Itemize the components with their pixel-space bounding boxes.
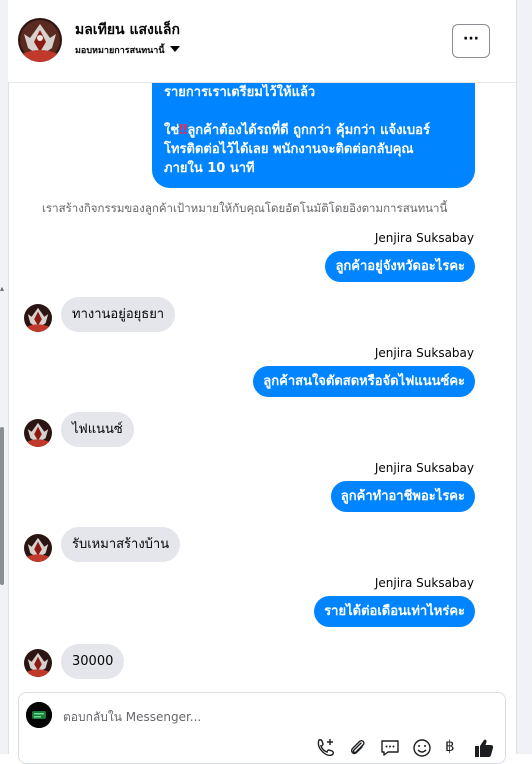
- baht-symbol: ฿: [445, 737, 455, 755]
- assign-conversation-dropdown[interactable]: มอบหมายการสนทนานี้: [75, 43, 180, 57]
- sender-name: Jenjira Suksabay: [374, 346, 474, 360]
- sender-name: Jenjira Suksabay: [374, 461, 474, 475]
- incoming-message-bubble[interactable]: 30000: [61, 644, 125, 679]
- chevron-down-icon: [169, 46, 180, 52]
- contact-avatar-small[interactable]: [24, 649, 52, 677]
- conversation-header: มลเทียน แสงแล็ก มอบหมายการสนทนานี้ ···: [8, 0, 516, 83]
- incoming-message-bubble[interactable]: ไฟแนนซ์: [61, 412, 134, 447]
- assign-conversation-label: มอบหมายการสนทนานี้: [75, 46, 165, 56]
- contact-avatar-small[interactable]: [24, 304, 52, 332]
- contact-avatar-small[interactable]: [24, 534, 52, 562]
- message-line: โทรติดต่อไว้ได้เลย พนักงานจะติดต่อกลับคุ…: [164, 142, 414, 157]
- paperclip-icon[interactable]: [347, 737, 369, 759]
- message-text: ใช่: [164, 123, 180, 138]
- sender-name: Jenjira Suksabay: [374, 231, 474, 245]
- message-thread: รายการเราเตรียมไว้ให้แล้ว ใช่‼ลูกค้าต้อง…: [8, 83, 516, 683]
- like-icon[interactable]: [473, 737, 495, 759]
- outgoing-message-bubble[interactable]: รายได้ต่อเดือนเท่าไหร่คะ: [314, 596, 475, 627]
- message-line: ภายใน 10 นาที: [164, 161, 255, 176]
- reply-composer: ตอบกลับใน Messenger... ฿: [18, 692, 506, 764]
- contact-name[interactable]: มลเทียน แสงแล็ก: [75, 19, 180, 41]
- baht-icon[interactable]: ฿: [445, 737, 467, 759]
- contact-avatar[interactable]: [18, 18, 62, 62]
- incoming-message-bubble[interactable]: ทางานอยู่อยุธยา: [61, 297, 176, 332]
- saved-reply-icon[interactable]: [379, 737, 401, 759]
- message-line: รายการเราเตรียมไว้ให้แล้ว: [164, 85, 316, 100]
- system-note: เราสร้างกิจกรรมของลูกค้าเป้าหมายให้กับคุ…: [42, 201, 448, 215]
- messenger-window: ▴ มลเทียน แสงแล็ก มอบหมายการสนทนานี้ ···…: [0, 0, 532, 764]
- contact-avatar-small[interactable]: [24, 419, 52, 447]
- sender-name: Jenjira Suksabay: [374, 576, 474, 590]
- left-scrollbar-thumb[interactable]: [0, 427, 4, 585]
- left-collapse-caret[interactable]: ▴: [0, 284, 4, 293]
- outgoing-message-bubble[interactable]: ลูกค้าทำอาชีพอะไรคะ: [330, 481, 475, 512]
- message-text: ลูกค้าต้องได้รถที่ดี ถูกกว่า คุ้มกว่า แจ…: [187, 123, 430, 138]
- reply-input[interactable]: ตอบกลับใน Messenger...: [63, 708, 201, 727]
- outgoing-message-bubble[interactable]: ลูกค้าอยู่จังหวัดอะไรคะ: [325, 251, 475, 282]
- outgoing-message-bubble[interactable]: ลูกค้าสนใจตัดสดหรือจัดไฟแนนซ์คะ: [253, 366, 475, 397]
- outgoing-message-bubble[interactable]: รายการเราเตรียมไว้ให้แล้ว ใช่‼ลูกค้าต้อง…: [152, 83, 475, 188]
- emoji-icon[interactable]: [411, 737, 433, 759]
- message-line: ใช่‼ลูกค้าต้องได้รถที่ดี ถูกกว่า คุ้มกว่…: [164, 121, 463, 140]
- thread-scrollbar[interactable]: [504, 83, 516, 683]
- page-avatar: [26, 702, 52, 728]
- more-options-button[interactable]: ···: [452, 24, 490, 58]
- phone-plus-icon[interactable]: [315, 737, 337, 759]
- right-edge-panel: [516, 0, 532, 754]
- incoming-message-bubble[interactable]: รับเหมาสร้างบ้าน: [61, 527, 181, 562]
